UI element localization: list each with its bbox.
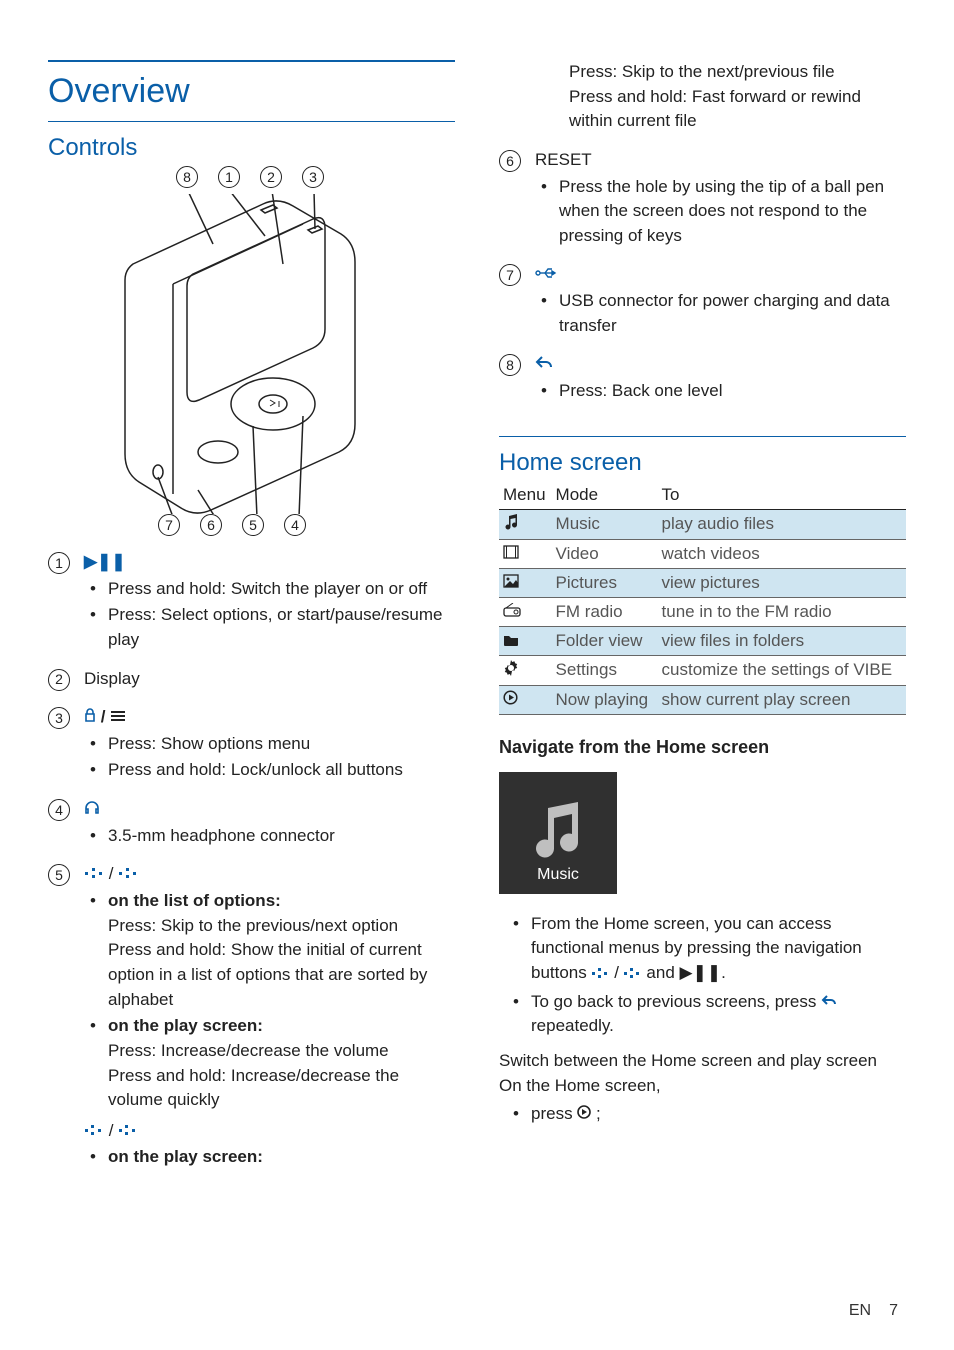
device-diagram: 8 1 2 3 (48, 166, 455, 536)
nowplay-icon (499, 685, 552, 714)
mode-cell: Settings (552, 655, 658, 685)
table-row: Videowatch videos (499, 539, 906, 568)
mode-cell: Now playing (552, 685, 658, 714)
table-row: Folder viewview files in folders (499, 626, 906, 655)
switch-heading: Switch between the Home screen and play … (499, 1049, 906, 1074)
mode-cell: FM radio (552, 597, 658, 626)
diagram-callout-4: 4 (284, 514, 306, 536)
music-icon (499, 509, 552, 539)
control-item-3: 3 / Press: Show options menu Press and (48, 705, 455, 783)
on-home-line: On the Home screen, (499, 1074, 906, 1099)
video-icon (499, 539, 552, 568)
to-cell: watch videos (658, 539, 906, 568)
to-cell: show current play screen (658, 685, 906, 714)
heading-home-screen: Home screen (499, 449, 906, 477)
home-screen-table: Menu Mode To Musicplay audio filesVideow… (499, 481, 906, 715)
music-tile: Music (499, 772, 617, 894)
mode-cell: Music (552, 509, 658, 539)
dots-left-icon (84, 1121, 109, 1140)
page-footer: EN7 (849, 1302, 898, 1320)
control-item-7: 7 USB connector for power charging and d… (499, 262, 906, 338)
col2-line-1: Press: Skip to the next/previous file (569, 60, 906, 85)
folder-icon (499, 626, 552, 655)
control-item-8: 8 Press: Back one level (499, 352, 906, 403)
to-cell: view pictures (658, 568, 906, 597)
diagram-callout-8: 8 (176, 166, 198, 188)
heading-controls: Controls (48, 134, 455, 162)
table-row: Settingscustomize the settings of VIBE (499, 655, 906, 685)
table-row: FM radiotune in to the FM radio (499, 597, 906, 626)
dots-up-icon (84, 864, 109, 883)
mode-cell: Pictures (552, 568, 658, 597)
picture-icon (499, 568, 552, 597)
heading-navigate: Navigate from the Home screen (499, 737, 906, 758)
usb-icon (535, 264, 557, 283)
table-row: Musicplay audio files (499, 509, 906, 539)
nav-bullet-1: From the Home screen, you can access fun… (531, 912, 906, 986)
to-cell: view files in folders (658, 626, 906, 655)
now-playing-inline-icon (577, 1104, 596, 1123)
dots-right-icon (118, 1121, 138, 1140)
mode-cell: Video (552, 539, 658, 568)
gear-icon (499, 655, 552, 685)
to-cell: tune in to the FM radio (658, 597, 906, 626)
lock-icon (84, 707, 101, 726)
col2-line-2: Press and hold: Fast forward or rewind w… (569, 85, 906, 134)
play-pause-icon: ▶❚❚ (84, 552, 126, 571)
control-item-6: 6 RESET Press the hole by using the tip … (499, 148, 906, 249)
play-pause-inline-icon: ▶❚❚ (680, 963, 722, 982)
control-item-5: 5 / (48, 862, 455, 1170)
to-cell: customize the settings of VIBE (658, 655, 906, 685)
dots-down-inline-icon (624, 963, 647, 982)
device-outline-svg (103, 194, 383, 514)
diagram-callout-7: 7 (158, 514, 180, 536)
menu-icon (110, 707, 126, 726)
diagram-callout-1: 1 (218, 166, 240, 188)
diagram-callout-5: 5 (242, 514, 264, 536)
diagram-callout-2: 2 (260, 166, 282, 188)
back-icon (535, 354, 553, 373)
nav-bullet-2: To go back to previous screens, press re… (531, 990, 906, 1039)
dots-down-icon (118, 864, 138, 883)
diagram-callout-6: 6 (200, 514, 222, 536)
heading-overview: Overview (48, 72, 455, 111)
diagram-callout-3: 3 (302, 166, 324, 188)
control-item-2: 2 Display (48, 667, 455, 692)
control-item-1: 1 ▶❚❚ Press and hold: Switch the player … (48, 550, 455, 653)
dots-up-inline-icon (592, 963, 615, 982)
headphone-icon (84, 799, 100, 818)
back-inline-icon (821, 992, 837, 1011)
table-row: Now playingshow current play screen (499, 685, 906, 714)
mode-cell: Folder view (552, 626, 658, 655)
to-cell: play audio files (658, 509, 906, 539)
control-item-4: 4 3.5-mm headphone connector (48, 797, 455, 848)
press-now-playing: press ; (531, 1102, 906, 1127)
music-note-icon (528, 802, 588, 858)
radio-icon (499, 597, 552, 626)
table-row: Picturesview pictures (499, 568, 906, 597)
